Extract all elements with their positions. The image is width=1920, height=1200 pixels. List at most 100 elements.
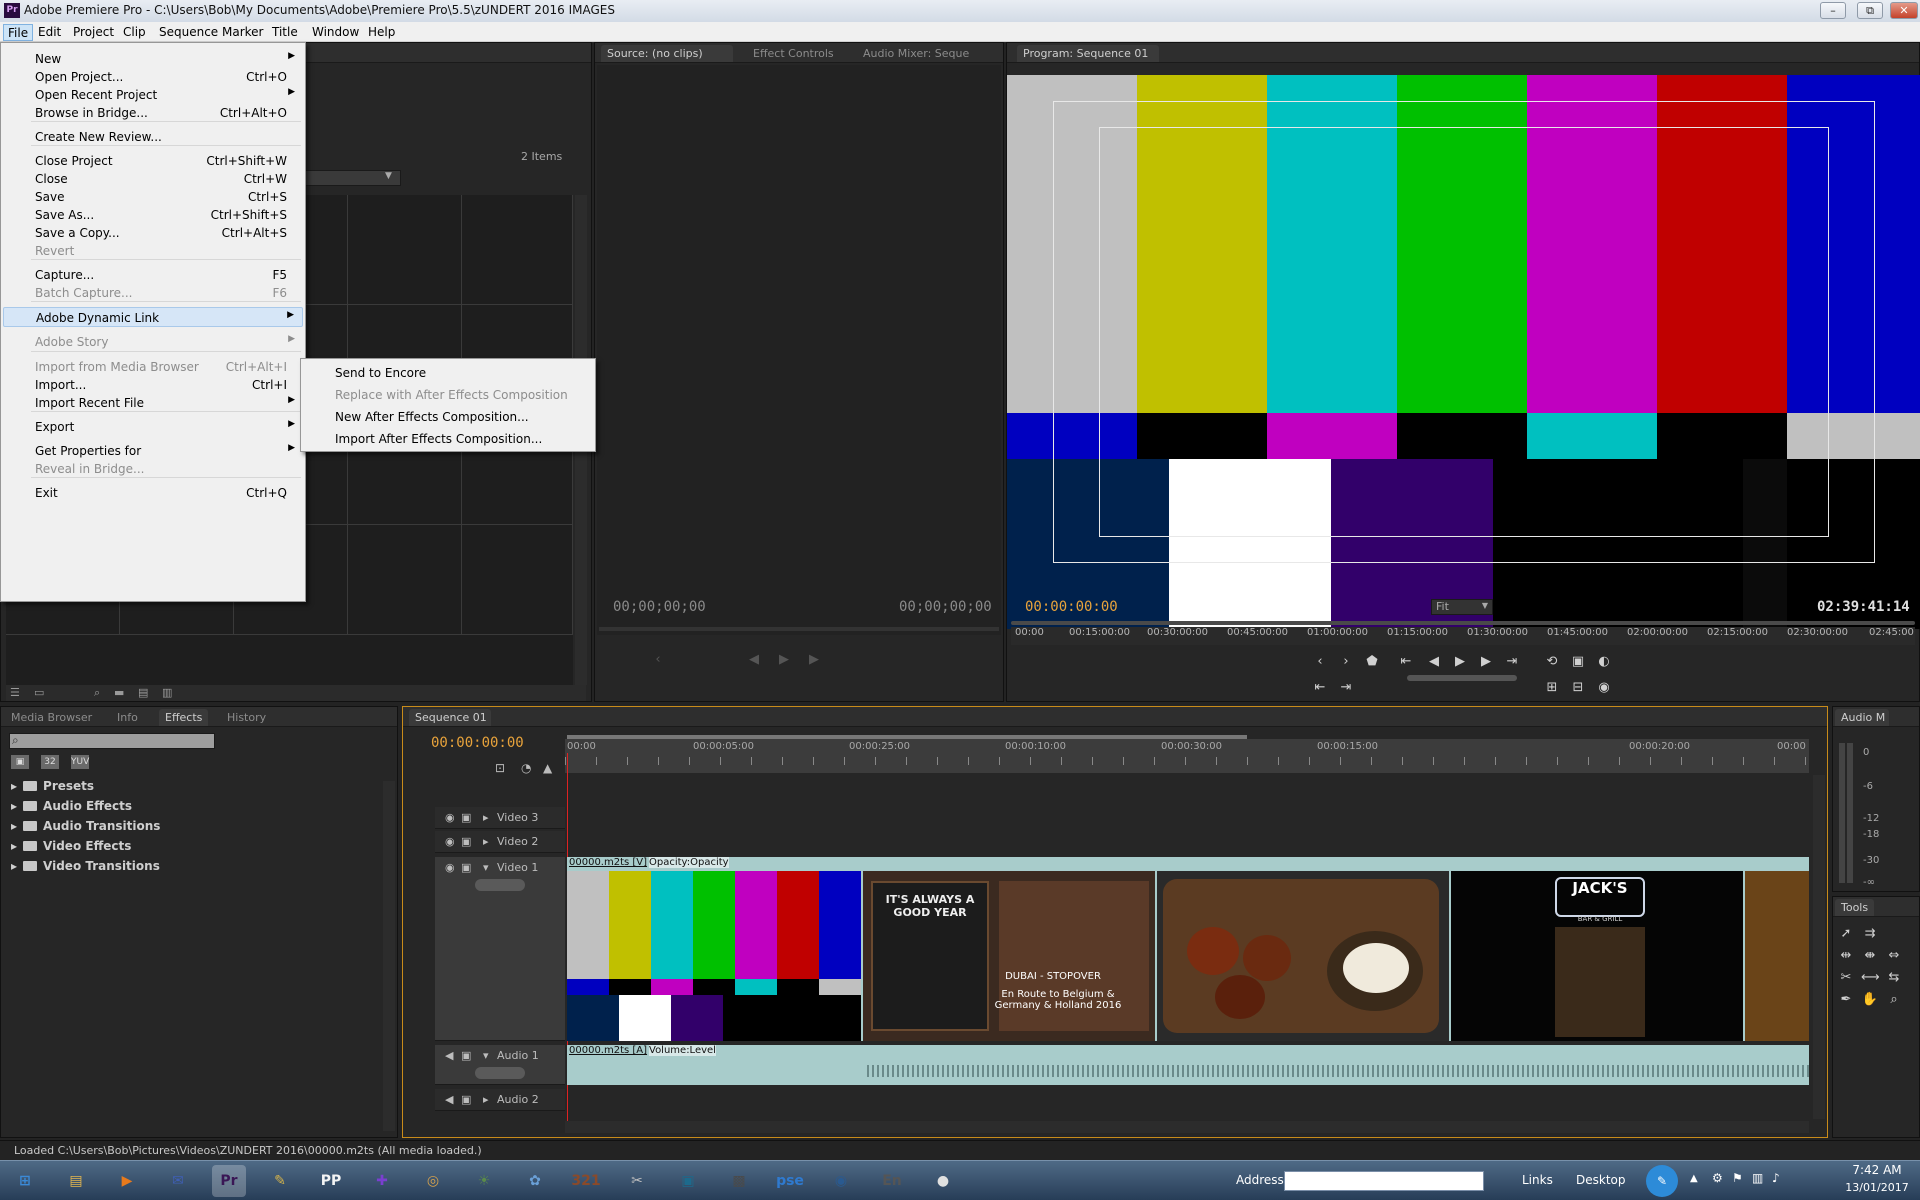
address-input[interactable] xyxy=(1284,1171,1484,1191)
tray-gear-icon[interactable]: ⚙ xyxy=(1712,1171,1723,1185)
program-scrubber[interactable] xyxy=(1011,621,1915,625)
ripple-edit-tool-icon[interactable]: ⇹ xyxy=(1837,947,1855,965)
minimize-button[interactable]: – xyxy=(1820,2,1846,19)
eye-icon[interactable]: ◉ xyxy=(445,811,455,824)
file-menu-item[interactable]: Export ▶ xyxy=(3,417,303,437)
new-bin-icon[interactable]: ▬ xyxy=(114,686,124,699)
menu-sequence[interactable]: Sequence xyxy=(155,24,222,41)
32bit-effects-icon[interactable]: 32 xyxy=(41,755,59,769)
clock-date[interactable]: 13/01/2017 xyxy=(1842,1181,1912,1194)
file-menu-item[interactable]: Save As... Ctrl+Shift+S xyxy=(3,205,303,225)
file-menu-item[interactable]: Exit Ctrl+Q xyxy=(3,483,303,503)
timeline-hscrollbar[interactable] xyxy=(565,1121,1809,1133)
pen-tool-icon[interactable]: ✒ xyxy=(1837,991,1855,1009)
dynamic-link-item[interactable]: Send to Encore xyxy=(303,363,593,383)
menu-clip[interactable]: Clip xyxy=(119,24,150,41)
sync-lock-icon[interactable]: ▣ xyxy=(461,1093,471,1106)
selection-tool-icon[interactable]: ➚ xyxy=(1837,925,1855,943)
tab-audio-mixer[interactable]: Audio Mixer: Seque xyxy=(857,45,975,62)
menu-edit[interactable]: Edit xyxy=(34,24,65,41)
loop-icon[interactable]: ⟲ xyxy=(1543,653,1561,671)
tab-audio-meters[interactable]: Audio M xyxy=(1835,709,1889,726)
new-item-icon[interactable]: ▤ xyxy=(138,686,148,699)
track-video-1[interactable]: ◉ ▣ ▾ Video 1 xyxy=(435,857,565,1041)
scissors-icon[interactable]: ✂ xyxy=(620,1165,654,1197)
go-to-in-icon[interactable]: ⇤ xyxy=(1397,653,1415,671)
accelerated-effects-icon[interactable]: ▣ xyxy=(11,755,29,769)
tab-effect-controls[interactable]: Effect Controls xyxy=(747,45,840,62)
mark-in-icon[interactable]: ‹ xyxy=(1311,653,1329,671)
keyframe-nav[interactable] xyxy=(475,1067,525,1079)
tree-video-transitions[interactable]: ▸ Video Transitions xyxy=(11,859,160,877)
sync-lock-icon[interactable]: ▣ xyxy=(461,811,471,824)
step-back-icon[interactable]: ◀ xyxy=(1425,653,1443,671)
tree-presets[interactable]: ▸ Presets xyxy=(11,779,94,797)
go-to-out-icon[interactable]: ⇥ xyxy=(1503,653,1521,671)
file-menu-item[interactable]: New ▶ xyxy=(3,49,303,69)
photo-icon[interactable]: ☀ xyxy=(467,1165,501,1197)
list-view-icon[interactable]: ☰ xyxy=(10,686,20,699)
tab-media-browser[interactable]: Media Browser xyxy=(5,709,98,726)
paint-brush-icon[interactable]: ✎ xyxy=(263,1165,297,1197)
trash-icon[interactable]: ▥ xyxy=(162,686,172,699)
camera-icon[interactable]: ◉ xyxy=(824,1165,858,1197)
menu-window[interactable]: Window xyxy=(308,24,363,41)
tab-sequence-01[interactable]: Sequence 01 xyxy=(409,709,491,726)
file-menu-item[interactable]: Get Properties for ▶ xyxy=(3,441,303,461)
file-menu-item[interactable]: Close Ctrl+W xyxy=(3,169,303,189)
program-time-ruler[interactable]: 00:00 00:15:00:00 00:30:00:00 00:45:00:0… xyxy=(1011,627,1915,645)
menu-help[interactable]: Help xyxy=(364,24,399,41)
zoom-tool-icon[interactable]: ⌕ xyxy=(1885,991,1903,1009)
speaker-icon[interactable]: ◀ xyxy=(445,1093,453,1106)
tab-history[interactable]: History xyxy=(221,709,272,726)
tree-audio-transitions[interactable]: ▸ Audio Transitions xyxy=(11,819,160,837)
slide-tool-icon[interactable]: ⇆ xyxy=(1885,969,1903,987)
tab-program[interactable]: Program: Sequence 01 xyxy=(1017,45,1159,62)
encore-icon[interactable]: En xyxy=(875,1165,909,1197)
track-audio-1[interactable]: ◀ ▣ ▾ Audio 1 xyxy=(435,1045,565,1085)
tab-tools[interactable]: Tools xyxy=(1835,899,1875,916)
razor-tool-icon[interactable]: ✂ xyxy=(1837,969,1855,987)
mail-icon[interactable]: ✉ xyxy=(161,1165,195,1197)
menu-project[interactable]: Project xyxy=(69,24,118,41)
calendar-icon[interactable]: ✚ xyxy=(365,1165,399,1197)
expand-arrow-icon[interactable]: ▸ xyxy=(483,835,489,848)
effects-search-input[interactable]: ⌕ xyxy=(9,733,215,749)
eye-icon[interactable]: ◉ xyxy=(445,835,455,848)
sync-lock-icon[interactable]: ▣ xyxy=(461,835,471,848)
file-menu-item[interactable]: Import... Ctrl+I xyxy=(3,375,303,395)
show-hidden-icons-icon[interactable]: ▲ xyxy=(1690,1173,1698,1184)
snap-icon[interactable]: ⊡ xyxy=(495,761,505,775)
mark-out-icon[interactable]: › xyxy=(1337,653,1355,671)
file-menu-item[interactable]: Adobe Dynamic Link ▶ xyxy=(3,307,303,327)
track-video-3[interactable]: ◉ ▣ ▸ Video 3 xyxy=(435,807,565,829)
slip-tool-icon[interactable]: ⟷ xyxy=(1861,969,1880,987)
step-forward-icon[interactable]: ▶ xyxy=(1477,653,1495,671)
collapse-arrow-icon[interactable]: ▾ xyxy=(483,861,489,874)
tab-effects[interactable]: Effects xyxy=(159,709,209,726)
chrome-icon[interactable]: ● xyxy=(926,1165,960,1197)
file-menu-item[interactable]: Import Recent File ▶ xyxy=(3,393,303,413)
expand-arrow-icon[interactable]: ▸ xyxy=(483,811,489,824)
source-mark-in-icon[interactable]: ‹ xyxy=(649,651,667,669)
clock-time[interactable]: 7:42 AM xyxy=(1842,1163,1912,1177)
source-play-icon[interactable]: ▶ xyxy=(775,651,793,669)
file-menu-item[interactable]: Open Recent Project ▶ xyxy=(3,85,303,105)
movie-icon[interactable]: ▩ xyxy=(722,1165,756,1197)
tray-volume-icon[interactable]: ♪ xyxy=(1772,1171,1780,1185)
start-orb-icon[interactable]: ⊞ xyxy=(8,1165,42,1197)
tools-tray-icon[interactable]: ✎ xyxy=(1646,1165,1678,1197)
file-menu-item[interactable]: Save a Copy... Ctrl+Alt+S xyxy=(3,223,303,243)
timeline-ruler[interactable]: 00:00 00:00:05:00 00:00:10:00 00:00:15:0… xyxy=(565,735,1809,773)
icon-view-icon[interactable]: ▭ xyxy=(34,686,44,699)
find-icon[interactable]: ⌕ xyxy=(94,686,100,700)
file-menu-item[interactable]: Open Project... Ctrl+O xyxy=(3,67,303,87)
tray-network-icon[interactable]: ▥ xyxy=(1752,1171,1763,1185)
file-menu-item[interactable]: Browse in Bridge... Ctrl+Alt+O xyxy=(3,103,303,123)
premiere-icon[interactable]: Pr xyxy=(212,1165,246,1197)
maximize-button[interactable]: ⧉ xyxy=(1857,2,1883,19)
track-audio-2[interactable]: ◀ ▣ ▸ Audio 2 xyxy=(435,1089,565,1111)
film-icon[interactable]: ▣ xyxy=(671,1165,705,1197)
sync-lock-icon[interactable]: ▣ xyxy=(461,1049,471,1062)
safe-margins-icon[interactable]: ▣ xyxy=(1569,653,1587,671)
